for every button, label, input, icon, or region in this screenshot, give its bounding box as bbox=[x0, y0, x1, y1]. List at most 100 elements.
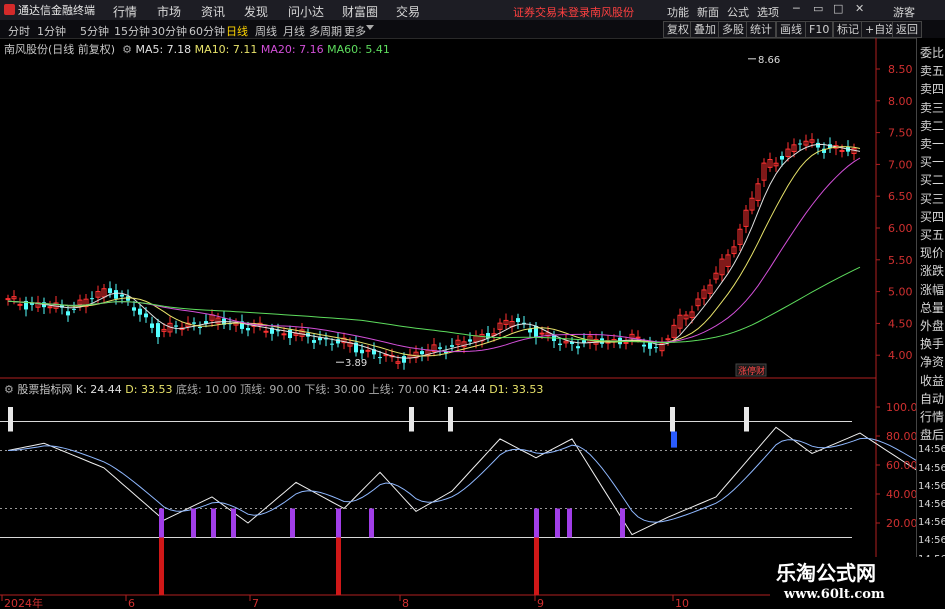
candle-body-up bbox=[623, 341, 629, 344]
bottom-signal-bar bbox=[534, 508, 539, 538]
side-panel-item[interactable]: 14:56 bbox=[918, 463, 945, 474]
period-tab-weekly[interactable]: 周线 bbox=[255, 23, 277, 39]
side-panel-item[interactable]: 买一 bbox=[920, 153, 944, 170]
settings-gear-icon[interactable]: ⚙ bbox=[119, 43, 132, 56]
adjust-button[interactable]: 复权 bbox=[663, 21, 693, 38]
date-tick-label: 9 bbox=[537, 597, 544, 609]
side-panel-item[interactable]: 卖三 bbox=[920, 99, 944, 116]
close-icon[interactable]: ✕ bbox=[855, 2, 864, 15]
candle-body-down bbox=[108, 288, 112, 293]
d1-value: D1: 33.53 bbox=[489, 383, 544, 396]
side-panel-item[interactable]: 总量 bbox=[920, 299, 944, 316]
limit-up-badge: 涨停财 bbox=[738, 365, 765, 377]
bottom-signal-bar bbox=[290, 508, 295, 538]
menu-item-market[interactable]: 行情 bbox=[113, 3, 137, 20]
menu-item-discover[interactable]: 发现 bbox=[244, 3, 268, 20]
mark-button[interactable]: 标记 bbox=[833, 21, 863, 38]
menu-item-wealth[interactable]: 财富圈 bbox=[342, 3, 378, 20]
side-panel-item[interactable]: 卖二 bbox=[920, 117, 944, 134]
candle-body-down bbox=[558, 343, 562, 346]
moving-average-lines: 8.66 3.89 涨停财 bbox=[7, 55, 861, 377]
period-tab-15min[interactable]: 15分钟 bbox=[114, 23, 150, 39]
menu-item-ask[interactable]: 问小达 bbox=[288, 3, 324, 20]
side-panel-item[interactable]: 外盘 bbox=[920, 317, 944, 334]
period-tab-1min[interactable]: 1分钟 bbox=[37, 23, 66, 39]
side-panel-item[interactable]: 换手 bbox=[920, 335, 944, 352]
side-panel-item[interactable]: 委比 bbox=[920, 44, 944, 61]
menu-item-newface[interactable]: 新面 bbox=[697, 4, 719, 20]
side-panel-item[interactable]: 收益 bbox=[920, 372, 944, 389]
period-tab-daily[interactable]: 日线 bbox=[226, 23, 248, 39]
indicator-title[interactable]: 股票指标网 bbox=[17, 383, 72, 396]
minimize-icon[interactable]: ─ bbox=[793, 2, 800, 15]
menu-item-formula[interactable]: 公式 bbox=[727, 4, 749, 20]
price-tick-label: 8.50 bbox=[888, 63, 913, 76]
period-tab-intraday[interactable]: 分时 bbox=[8, 23, 30, 39]
multi-stock-button[interactable]: 多股 bbox=[718, 21, 748, 38]
overlay-button[interactable]: 叠加 bbox=[690, 21, 720, 38]
menu-item-markets[interactable]: 市场 bbox=[157, 3, 181, 20]
osc-tick-label: 80.00 bbox=[886, 430, 916, 443]
side-panel-item[interactable]: 涨跌 bbox=[920, 262, 944, 279]
side-panel-item[interactable]: 自动 bbox=[920, 390, 944, 407]
candle-body-down bbox=[192, 322, 196, 324]
site-watermark: 乐淘公式网 www.60lt.com bbox=[770, 557, 945, 609]
statistics-button[interactable]: 统计 bbox=[746, 21, 776, 38]
maximize-icon[interactable]: □ bbox=[833, 2, 843, 15]
candle-body-up bbox=[263, 330, 269, 333]
price-tick-label: 6.50 bbox=[888, 190, 913, 203]
side-panel-item[interactable]: 买四 bbox=[920, 208, 944, 225]
draw-line-button[interactable]: 画线 bbox=[776, 21, 806, 38]
side-panel-item[interactable]: 卖五 bbox=[920, 62, 944, 79]
back-button[interactable]: 返回 bbox=[892, 21, 922, 38]
ma20-value: MA20: 7.16 bbox=[260, 43, 324, 56]
side-panel-item[interactable]: 14:56 bbox=[918, 444, 945, 455]
side-panel-item[interactable]: 盘后 bbox=[920, 426, 944, 443]
menu-item-news[interactable]: 资讯 bbox=[201, 3, 225, 20]
side-panel-item[interactable]: 14:56 bbox=[918, 499, 945, 510]
indicator-gear-icon[interactable]: ⚙ bbox=[4, 383, 14, 396]
side-panel-item[interactable]: 卖四 bbox=[920, 80, 944, 97]
side-panel-item[interactable]: 净资 bbox=[920, 353, 944, 370]
candle-body-down bbox=[120, 294, 124, 297]
login-warning[interactable]: 证券交易未登录 bbox=[513, 4, 590, 20]
candle-body-down bbox=[420, 351, 424, 355]
restore-icon[interactable]: ▭ bbox=[813, 2, 823, 15]
ma60-line bbox=[7, 266, 861, 343]
more-dropdown-icon[interactable] bbox=[366, 25, 374, 30]
period-tab-multi[interactable]: 多周期 bbox=[309, 23, 342, 39]
side-panel-item[interactable]: 卖一 bbox=[920, 135, 944, 152]
bottom-alert-bar bbox=[336, 537, 341, 595]
candle-body-down bbox=[654, 347, 658, 349]
period-tab-more[interactable]: 更多 bbox=[344, 23, 366, 39]
period-toolbar: 分时 1分钟 5分钟 15分钟 30分钟 60分钟 日线 周线 月线 多周期 更… bbox=[0, 20, 945, 39]
side-panel-item[interactable]: 现价 bbox=[920, 244, 944, 261]
chart-area[interactable]: 8.66 3.89 涨停财 8.50 8.00 7.50 7.00 6.50 6.00 5.50… bbox=[0, 38, 916, 609]
menu-item-trade[interactable]: 交易 bbox=[396, 3, 420, 20]
period-tab-monthly[interactable]: 月线 bbox=[283, 23, 305, 39]
candle-body-down bbox=[642, 344, 646, 347]
side-panel-item[interactable]: 行情 bbox=[920, 408, 944, 425]
stock-name-link[interactable]: 南风股份 bbox=[590, 4, 634, 20]
side-panel-item[interactable]: 14:56 bbox=[918, 535, 945, 546]
f10-button[interactable]: F10 bbox=[805, 21, 834, 38]
candle-body-down bbox=[138, 308, 142, 315]
side-panel-item[interactable]: 14:56 bbox=[918, 481, 945, 492]
menu-item-options[interactable]: 选项 bbox=[757, 4, 779, 20]
candle-body-up bbox=[281, 333, 287, 336]
side-panel-item[interactable]: 14:56 bbox=[918, 517, 945, 528]
period-tab-60min[interactable]: 60分钟 bbox=[189, 23, 225, 39]
side-panel-item[interactable]: 买二 bbox=[920, 171, 944, 188]
date-tick-label: 10 bbox=[675, 597, 689, 609]
bottom-signal-bar bbox=[159, 508, 164, 538]
k-line bbox=[7, 426, 916, 536]
menu-item-function[interactable]: 功能 bbox=[667, 4, 689, 20]
period-tab-5min[interactable]: 5分钟 bbox=[80, 23, 109, 39]
candle-body-down bbox=[468, 339, 472, 342]
candle-body-down bbox=[198, 326, 202, 329]
side-panel-item[interactable]: 买五 bbox=[920, 226, 944, 243]
side-panel-item[interactable]: 涨幅 bbox=[920, 281, 944, 298]
period-tab-30min[interactable]: 30分钟 bbox=[151, 23, 187, 39]
guest-label[interactable]: 游客 bbox=[893, 4, 915, 20]
side-panel-item[interactable]: 买三 bbox=[920, 190, 944, 207]
